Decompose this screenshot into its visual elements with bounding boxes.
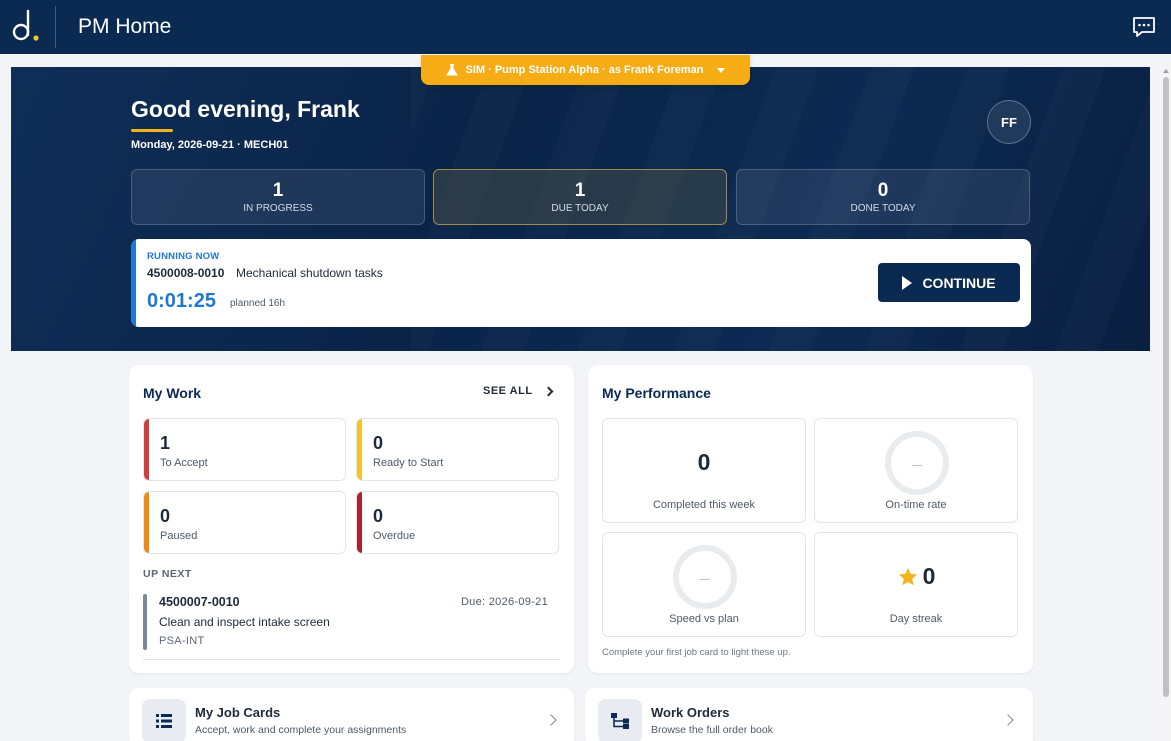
continue-button[interactable]: CONTINUE — [878, 263, 1020, 302]
link-subtitle: Browse the full order book — [651, 724, 773, 736]
speed-ring: — — [673, 545, 737, 609]
hierarchy-icon — [611, 713, 629, 729]
up-next-divider — [143, 659, 560, 660]
running-planned: planned 16h — [230, 298, 286, 309]
top-bar: PM Home — [0, 0, 1171, 54]
link-icon-box — [142, 699, 186, 741]
tile-label: Paused — [160, 530, 198, 542]
stat-value: 1 — [574, 180, 586, 201]
tile-overdue[interactable]: 0 Overdue — [356, 491, 559, 554]
running-now-card[interactable]: RUNNING NOW 4500008-0010 Mechanical shut… — [131, 239, 1031, 327]
up-next-accent-bar — [143, 594, 147, 650]
chevron-right-icon — [543, 386, 553, 396]
up-next-order-id: 4500007-0010 — [159, 595, 240, 609]
tile-label: To Accept — [160, 457, 208, 469]
my-performance-card: My Performance 0 Completed this week — O… — [588, 365, 1033, 673]
up-next-location: PSA-INT — [159, 635, 205, 647]
stat-label: DUE TODAY — [551, 203, 609, 214]
link-title: Work Orders — [651, 705, 730, 720]
scroll-thumb[interactable] — [1163, 77, 1169, 697]
running-accent-bar — [131, 239, 136, 327]
tile-color-bar — [144, 492, 149, 553]
perf-speed-tile: — Speed vs plan — [602, 532, 806, 637]
up-next-heading: UP NEXT — [143, 568, 192, 580]
content-frame: Good evening, Frank Monday, 2026-09-21 ·… — [11, 67, 1150, 741]
stat-value: 0 — [877, 180, 889, 201]
avatar[interactable]: FF — [987, 100, 1031, 144]
performance-title: My Performance — [602, 385, 711, 401]
play-icon — [902, 275, 913, 290]
running-timer: 0:01:25 — [147, 290, 216, 312]
greeting: Good evening, Frank — [131, 96, 360, 122]
running-order-id: 4500008-0010 — [147, 266, 225, 280]
up-next-description: Clean and inspect intake screen — [159, 615, 330, 629]
perf-completed-tile: 0 Completed this week — [602, 418, 806, 523]
tile-color-bar — [144, 419, 149, 480]
scroll-up-arrow-icon[interactable] — [1163, 69, 1169, 73]
tile-to-accept[interactable]: 1 To Accept — [143, 418, 346, 481]
tile-paused[interactable]: 0 Paused — [143, 491, 346, 554]
date-line: Monday, 2026-09-21 · MECH01 — [131, 139, 289, 151]
streak-row: 0 — [815, 563, 1017, 590]
hero-banner: Good evening, Frank Monday, 2026-09-21 ·… — [11, 67, 1150, 351]
tile-value: 1 — [160, 433, 171, 453]
link-subtitle: Accept, work and complete your assignmen… — [195, 724, 407, 736]
stat-done-today[interactable]: 0 DONE TODAY — [736, 169, 1030, 225]
streak-label: Day streak — [889, 613, 943, 625]
tile-value: 0 — [160, 506, 171, 526]
tile-value: 0 — [373, 433, 384, 453]
app-logo[interactable] — [10, 9, 44, 45]
see-all-label: SEE ALL — [483, 385, 533, 397]
on-time-ring: — — [885, 431, 949, 495]
list-icon — [156, 714, 172, 728]
stat-due-today[interactable]: 1 DUE TODAY — [433, 169, 727, 225]
flask-icon — [445, 64, 458, 76]
running-description: Mechanical shutdown tasks — [236, 266, 383, 280]
link-icon-box — [598, 699, 642, 741]
on-time-value: — — [912, 460, 922, 471]
work-orders-link[interactable]: Work Orders Browse the full order book — [585, 688, 1033, 741]
see-all-button[interactable]: SEE ALL — [483, 385, 553, 397]
stat-in-progress[interactable]: 1 IN PROGRESS — [131, 169, 425, 225]
tile-label: Overdue — [373, 530, 416, 542]
my-job-cards-link[interactable]: My Job Cards Accept, work and complete y… — [129, 688, 574, 741]
my-work-title: My Work — [143, 385, 202, 401]
greeting-underline — [131, 129, 173, 132]
up-next-due: Due: 2026-09-21 — [460, 596, 548, 608]
streak-value: 0 — [922, 563, 936, 589]
chevron-down-icon — [717, 67, 726, 73]
link-title: My Job Cards — [195, 705, 281, 720]
completed-value: 0 — [697, 449, 711, 475]
app-title: PM Home — [78, 15, 172, 38]
chevron-right-icon — [545, 714, 557, 726]
tile-ready-to-start[interactable]: 0 Ready to Start — [356, 418, 559, 481]
completed-label: Completed this week — [652, 499, 756, 511]
tile-color-bar — [357, 492, 362, 553]
running-label: RUNNING NOW — [147, 251, 220, 262]
on-time-label: On-time rate — [885, 499, 947, 511]
continue-label: CONTINUE — [922, 274, 996, 291]
simulation-label: SIM · Pump Station Alpha · as Frank Fore… — [465, 64, 704, 76]
speed-value: — — [700, 574, 710, 585]
perf-streak-tile: 0 Day streak — [814, 532, 1018, 637]
stat-value: 1 — [272, 180, 284, 201]
performance-note: Complete your first job card to light th… — [602, 647, 791, 658]
up-next-item[interactable]: 4500007-0010 Due: 2026-09-21 Clean and i… — [143, 593, 560, 651]
star-icon — [898, 567, 917, 585]
tile-color-bar — [357, 419, 362, 480]
page-scrollbar[interactable] — [1160, 67, 1171, 741]
perf-on-time-tile: — On-time rate — [814, 418, 1018, 523]
my-work-card: My Work SEE ALL 1 To Accept 0 Ready to S… — [129, 365, 574, 673]
chevron-right-icon — [1002, 714, 1014, 726]
logo-divider — [55, 6, 56, 48]
chat-icon[interactable] — [1131, 14, 1157, 40]
stat-label: IN PROGRESS — [243, 203, 313, 214]
simulation-selector[interactable]: SIM · Pump Station Alpha · as Frank Fore… — [421, 55, 750, 85]
stat-label: DONE TODAY — [850, 203, 916, 214]
speed-label: Speed vs plan — [669, 613, 739, 625]
tile-label: Ready to Start — [373, 457, 444, 469]
tile-value: 0 — [373, 506, 384, 526]
